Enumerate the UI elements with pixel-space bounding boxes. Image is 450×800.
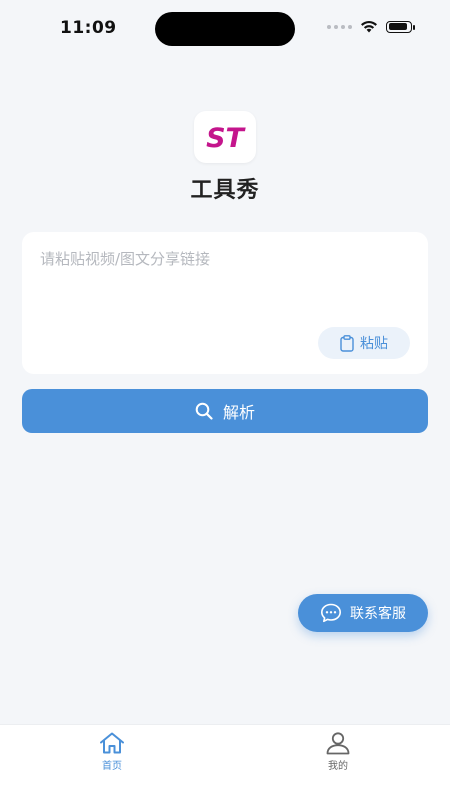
customer-service-label: 联系客服 — [350, 606, 406, 622]
tab-mine-label: 我的 — [328, 761, 348, 772]
customer-service-button[interactable]: 联系客服 — [298, 594, 428, 632]
status-time: 11:09 — [60, 18, 117, 38]
home-icon — [100, 732, 124, 754]
wifi-icon — [361, 20, 377, 33]
clipboard-icon — [340, 334, 354, 352]
paste-button-label: 粘贴 — [360, 336, 388, 352]
bottom-tab-bar: 首页 我的 — [0, 724, 450, 800]
app-logo: ST — [194, 111, 256, 163]
paste-button[interactable]: 粘贴 — [318, 327, 410, 359]
status-bar: 11:09 — [0, 0, 450, 58]
user-icon — [326, 732, 350, 755]
cellular-signal-icon — [327, 24, 352, 29]
tab-home-label: 首页 — [102, 761, 122, 772]
tab-mine[interactable]: 我的 — [308, 731, 368, 781]
app-logo-text: ST — [206, 123, 246, 152]
link-input-card: 粘贴 — [22, 232, 428, 374]
app-name: 工具秀 — [190, 178, 260, 203]
status-icons — [327, 20, 415, 33]
battery-icon — [386, 20, 415, 33]
search-icon — [195, 402, 213, 420]
dynamic-island — [155, 12, 295, 46]
parse-button-label: 解析 — [222, 403, 255, 422]
tab-home[interactable]: 首页 — [82, 731, 142, 781]
share-link-input[interactable] — [40, 248, 410, 328]
chat-bubble-icon — [321, 603, 341, 623]
parse-button[interactable]: 解析 — [22, 389, 428, 433]
app-logo-mark: ST — [206, 123, 246, 152]
